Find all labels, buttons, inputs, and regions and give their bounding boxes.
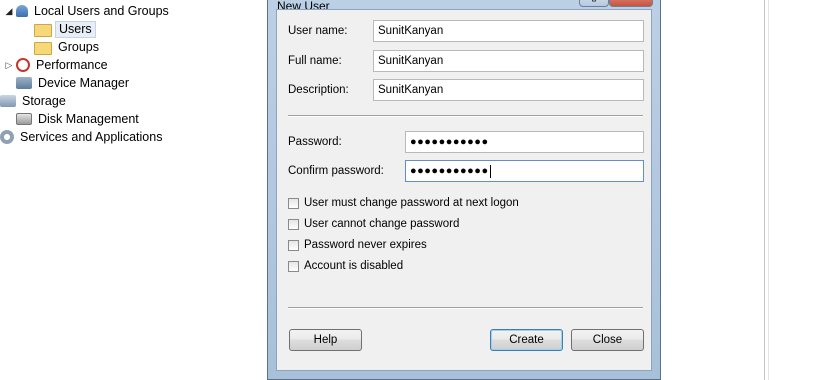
confirm-password-field[interactable]: ●●●●●●●●●●● bbox=[405, 160, 644, 182]
tree-item-disk-management[interactable]: Disk Management bbox=[16, 110, 142, 128]
password-never-expires-checkbox[interactable]: Password never expires bbox=[288, 239, 427, 251]
confirm-password-mask: ●●●●●●●●●●● bbox=[410, 165, 489, 177]
must-change-password-checkbox[interactable]: User must change password at next logon bbox=[288, 197, 519, 209]
password-label: Password: bbox=[288, 136, 342, 148]
checkbox-box[interactable] bbox=[288, 239, 299, 251]
users-icon bbox=[16, 5, 28, 17]
storage-icon bbox=[0, 95, 16, 107]
window-close-button[interactable]: ✕ bbox=[609, 0, 653, 7]
dialog-body: User name: SunitKanyan Full name: SunitK… bbox=[276, 9, 652, 371]
new-user-dialog: New User ▯ ✕ User name: SunitKanyan Full… bbox=[267, 0, 661, 380]
create-button[interactable]: Create bbox=[490, 329, 563, 351]
checkbox-box[interactable] bbox=[288, 218, 299, 230]
tree-item-performance[interactable]: ▷ Performance bbox=[4, 56, 111, 74]
tree-item-device-manager[interactable]: Device Manager bbox=[16, 74, 132, 92]
full-name-label: Full name: bbox=[288, 55, 342, 67]
close-button[interactable]: Close bbox=[571, 329, 644, 351]
restore-icon: ▯ bbox=[591, 0, 597, 3]
description-label: Description: bbox=[288, 84, 349, 96]
password-field[interactable]: ●●●●●●●●●●● bbox=[405, 131, 644, 153]
close-icon: ✕ bbox=[626, 0, 635, 3]
text-caret bbox=[489, 164, 491, 178]
performance-icon bbox=[16, 58, 30, 72]
expand-open-icon[interactable]: ◢ bbox=[4, 2, 14, 20]
expand-closed-icon[interactable]: ▷ bbox=[4, 56, 14, 74]
full-name-field[interactable]: SunitKanyan bbox=[373, 50, 644, 72]
account-disabled-checkbox[interactable]: Account is disabled bbox=[288, 260, 403, 272]
tree-item-storage[interactable]: Storage bbox=[0, 92, 69, 110]
user-name-field[interactable]: SunitKanyan bbox=[373, 20, 644, 42]
description-field[interactable]: SunitKanyan bbox=[373, 79, 644, 101]
tree-item-groups[interactable]: Groups bbox=[34, 38, 102, 56]
device-manager-icon bbox=[16, 77, 32, 89]
tree-item-local-users-and-groups[interactable]: ◢ Local Users and Groups bbox=[4, 2, 172, 20]
folder-icon bbox=[34, 23, 52, 37]
separator bbox=[288, 115, 643, 117]
tree-item-services-and-applications[interactable]: Services and Applications bbox=[0, 128, 165, 146]
checkbox-box[interactable] bbox=[288, 197, 299, 209]
user-name-label: User name: bbox=[288, 25, 348, 37]
folder-icon bbox=[34, 41, 52, 55]
checkbox-box[interactable] bbox=[288, 260, 299, 272]
services-icon bbox=[0, 130, 14, 144]
separator bbox=[288, 307, 643, 309]
cannot-change-password-checkbox[interactable]: User cannot change password bbox=[288, 218, 459, 230]
disk-icon bbox=[16, 113, 32, 125]
tree-item-users[interactable]: Users bbox=[34, 20, 96, 38]
help-button[interactable]: Help bbox=[289, 329, 362, 351]
panel-divider bbox=[768, 0, 769, 380]
panel-divider bbox=[764, 0, 765, 380]
confirm-password-label: Confirm password: bbox=[288, 165, 384, 177]
password-mask: ●●●●●●●●●●● bbox=[410, 136, 489, 148]
restore-button[interactable]: ▯ bbox=[579, 0, 609, 7]
navigation-tree: ◢ Local Users and Groups Users Groups ▷ … bbox=[0, 0, 268, 380]
